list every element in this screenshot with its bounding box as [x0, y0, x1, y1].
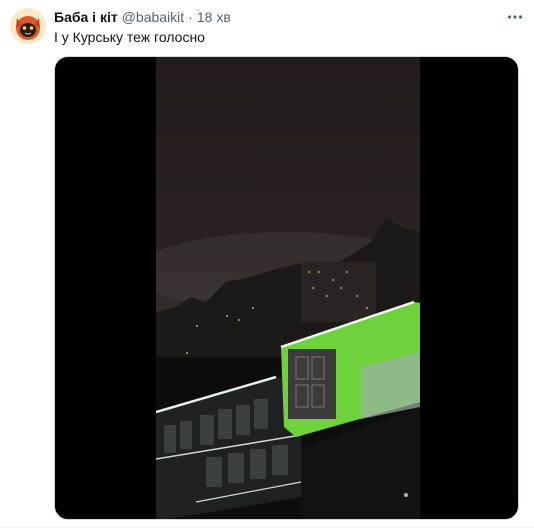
more-button[interactable]: [504, 6, 526, 28]
tweet[interactable]: Баба і кіт @babaikit · 18 хв І у Курську…: [0, 0, 534, 528]
night-city-video-still: [156, 57, 420, 519]
separator-dot: ·: [188, 9, 193, 25]
tweet-header: Баба і кіт @babaikit · 18 хв: [54, 8, 231, 26]
tweet-timestamp[interactable]: 18 хв: [197, 8, 231, 26]
tweet-text: І у Курську теж голосно: [54, 29, 205, 45]
author-handle[interactable]: @babaikit: [122, 8, 184, 26]
author-display-name[interactable]: Баба і кіт: [54, 8, 118, 26]
video-player[interactable]: [54, 56, 519, 520]
more-horizontal-icon: [507, 15, 523, 19]
cat-face-avatar-icon: [10, 8, 46, 44]
video-frame: [156, 57, 420, 519]
avatar[interactable]: [10, 8, 46, 44]
